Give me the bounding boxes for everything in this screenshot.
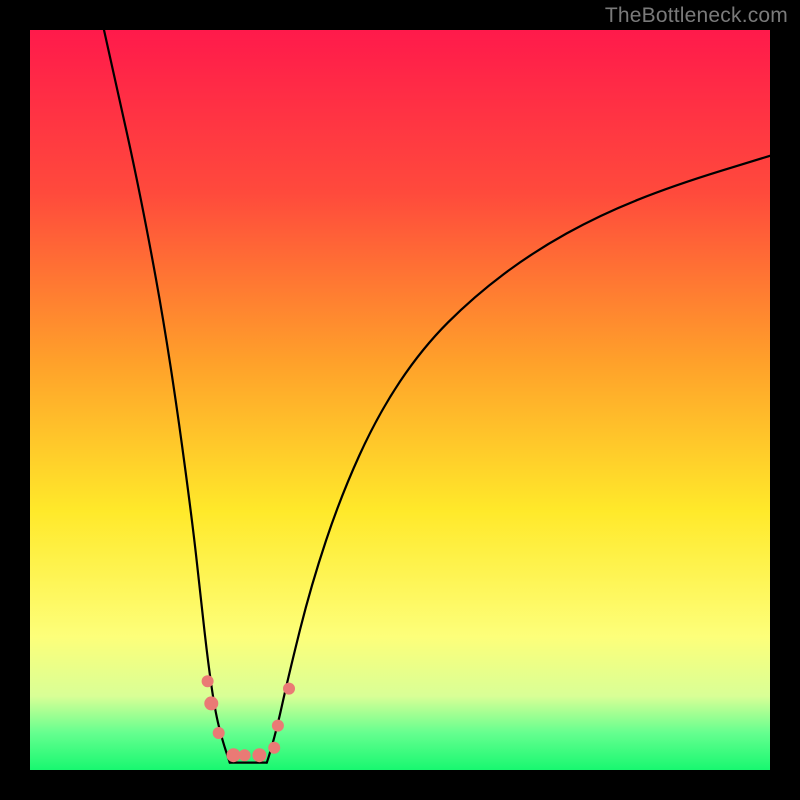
chart-frame: TheBottleneck.com [0, 0, 800, 800]
marker-point-0 [202, 675, 214, 687]
marker-point-2 [213, 727, 225, 739]
gradient-background [30, 30, 770, 770]
marker-point-6 [268, 742, 280, 754]
marker-point-4 [239, 749, 251, 761]
marker-point-3 [227, 748, 241, 762]
plot-area [30, 30, 770, 770]
marker-point-7 [272, 720, 284, 732]
watermark-text: TheBottleneck.com [605, 4, 788, 28]
marker-point-1 [204, 696, 218, 710]
bottleneck-curve-chart [30, 30, 770, 770]
marker-point-5 [252, 748, 266, 762]
marker-point-8 [283, 683, 295, 695]
